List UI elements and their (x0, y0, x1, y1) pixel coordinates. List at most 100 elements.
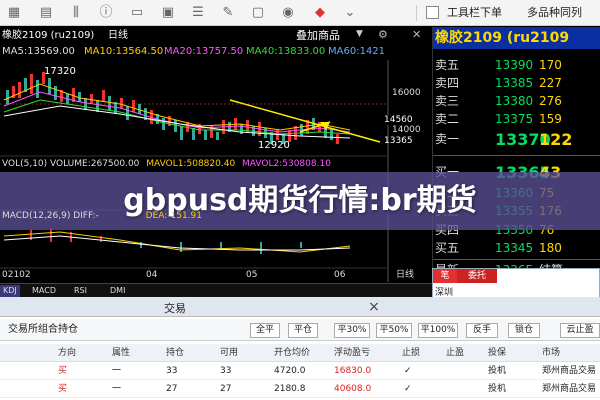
price-high-annotation: 17320 (44, 66, 76, 77)
column-header[interactable]: 持仓 (166, 344, 184, 362)
reverse-button[interactable]: 反手 (466, 323, 498, 338)
macd-label: MACD(12,26,9) DIFF:- (2, 211, 99, 221)
trade-panel: 交易 × 交易所组合持仓 全平 平仓 平30% 平50% 平100% 反手 锁仓… (0, 297, 600, 400)
hedge-cell: 投机 (488, 384, 507, 394)
candlestick-icon[interactable]: ⫼ (66, 3, 86, 23)
ask-volume: 159 (539, 112, 562, 126)
bid-row-5[interactable]: 买五 13345 180 (433, 239, 600, 258)
mini-tab-pen[interactable]: 笔 (433, 269, 457, 283)
multi-chart-label[interactable]: 多品种同列 (527, 5, 582, 21)
lock-button[interactable]: 锁仓 (508, 323, 540, 338)
toolbar-order-checkbox[interactable] (426, 6, 439, 19)
ask-volume: 170 (539, 58, 562, 72)
column-header[interactable]: 属性 (112, 344, 130, 362)
open-price-cell: 4720.0 (274, 366, 306, 376)
chart-settings-icon[interactable]: ⚙ (378, 28, 388, 41)
price-chart[interactable] (0, 60, 432, 282)
tab-dmi[interactable]: DMI (110, 285, 125, 297)
close-icon[interactable]: × (365, 298, 383, 316)
close-50-button[interactable]: 平50% (376, 323, 412, 338)
trade-titlebar: 交易 × (0, 297, 600, 317)
positions-header: 方向 属性 持仓 可用 开仓均价 浮动盈亏 止损 止盈 投保 市场 (0, 344, 600, 362)
open-price-cell: 2180.8 (274, 384, 306, 394)
date-label: 02102 (2, 270, 31, 280)
column-header[interactable]: 浮动盈亏 (334, 344, 370, 362)
layout-icon[interactable]: ▭ (127, 3, 147, 23)
bid-price: 13345 (495, 241, 534, 255)
overlay-dropdown-icon[interactable]: ▼ (356, 29, 363, 39)
column-header[interactable]: 投保 (488, 344, 506, 362)
available-cell: 33 (220, 366, 232, 376)
pnl-cell: 16830.0 (334, 366, 372, 376)
column-header[interactable]: 市场 (542, 344, 560, 362)
tab-macd[interactable]: MACD (32, 285, 56, 297)
ask-label: 卖四 (435, 76, 460, 90)
dea-value: DEA:-151.91 (145, 211, 202, 221)
market-cell: 郑州商品交易 (542, 384, 597, 394)
column-header[interactable]: 止损 (402, 344, 420, 362)
ask-volume: 122 (539, 130, 573, 149)
ask-row-5[interactable]: 卖五 13390 170 (433, 56, 600, 75)
chevron-down-icon[interactable]: ⌄ (340, 3, 360, 23)
ma40-value: MA40:13833.00 (246, 46, 326, 57)
direction-cell: 买 (58, 384, 68, 394)
bid-label: 买五 (435, 241, 460, 255)
attribute-cell: 一 (112, 384, 122, 394)
calendar-icon[interactable]: ▣ (158, 3, 178, 23)
info-icon[interactable]: ⓘ (96, 3, 116, 23)
ask-row-4[interactable]: 卖四 13385 227 (433, 74, 600, 93)
position-row[interactable]: 买 一 27 27 2180.8 40608.0 ✓ 投机 郑州商品交易 (0, 381, 600, 398)
tab-kdj[interactable]: KDJ (0, 285, 20, 297)
list-icon[interactable]: ☰ (188, 3, 208, 23)
ma60-value: MA60:1421 (328, 46, 386, 57)
price-low-annotation: 12920 (258, 140, 290, 151)
mavol1-value: MAVOL1:508820.40 (146, 159, 236, 169)
alert-icon[interactable]: ◆ (310, 3, 330, 23)
ma-legend-row: MA5:13569.00 MA10:13564.50 MA20:13757.50… (0, 45, 432, 59)
column-header[interactable]: 可用 (220, 344, 238, 362)
tab-exchange-holdings[interactable]: 交易所组合持仓 (8, 322, 78, 338)
ask-row-3[interactable]: 卖三 13380 276 (433, 92, 600, 111)
ask-price: 13385 (495, 76, 534, 90)
eye-icon[interactable]: ◉ (278, 3, 298, 23)
chart-symbol-title: 橡胶2109 (ru2109) (2, 30, 95, 41)
ask-price: 13390 (495, 58, 534, 72)
indicator-tabstrip: KDJ MACD RSI DMI (0, 283, 432, 297)
overlay-commodity-button[interactable]: 叠加商品 (296, 27, 340, 45)
stop-loss-cell[interactable]: ✓ (404, 381, 412, 398)
ma20-value: MA20:13757.50 (164, 46, 244, 57)
ask-row-1[interactable]: 卖一 13370 122 (433, 130, 600, 149)
close-position-button[interactable]: 平仓 (288, 323, 318, 338)
ask-volume: 227 (539, 76, 562, 90)
quote-divider (433, 259, 600, 260)
column-header[interactable]: 止盈 (446, 344, 464, 362)
mini-tab-order[interactable]: 委托 (457, 269, 497, 283)
available-cell: 27 (220, 384, 232, 394)
trade-toolbar: 交易所组合持仓 全平 平仓 平30% 平50% 平100% 反手 锁仓 云止盈 (0, 319, 600, 341)
date-label: 06 (334, 270, 346, 280)
column-header[interactable]: 方向 (58, 344, 76, 362)
ask-row-2[interactable]: 卖二 13375 159 (433, 110, 600, 129)
trading-app-window: { "toolbar": { "toolbar_toggle_label": "… (0, 0, 600, 400)
direction-cell: 买 (58, 366, 68, 376)
ask-volume: 276 (539, 94, 562, 108)
tab-rsi[interactable]: RSI (74, 285, 87, 297)
column-header[interactable]: 开仓均价 (274, 344, 310, 362)
close-all-button[interactable]: 全平 (250, 323, 280, 338)
table-icon[interactable]: ▤ (36, 3, 56, 23)
axis-price-4: 13365 (384, 136, 413, 146)
position-row[interactable]: 买 一 33 33 4720.0 16830.0 ✓ 投机 郑州商品交易 (0, 363, 600, 380)
close-100-button[interactable]: 平100% (418, 323, 458, 338)
hedge-cell: 投机 (488, 366, 507, 376)
ma10-value: MA10:13564.50 (84, 46, 164, 57)
close-30-button[interactable]: 平30% (334, 323, 370, 338)
grid-icon[interactable]: ▦ (4, 3, 24, 23)
quote-panel: 橡胶2109 (ru2109 卖五 13390 170 卖四 13385 227… (432, 27, 600, 297)
chart-close-icon[interactable]: ✕ (412, 28, 421, 41)
cloud-take-profit-button[interactable]: 云止盈 (560, 323, 600, 338)
ask-price: 13375 (495, 112, 534, 126)
edit-icon[interactable]: ✎ (218, 3, 238, 23)
window-icon[interactable]: ▢ (248, 3, 268, 23)
market-cell: 郑州商品交易 (542, 366, 597, 376)
stop-loss-cell[interactable]: ✓ (404, 363, 412, 380)
